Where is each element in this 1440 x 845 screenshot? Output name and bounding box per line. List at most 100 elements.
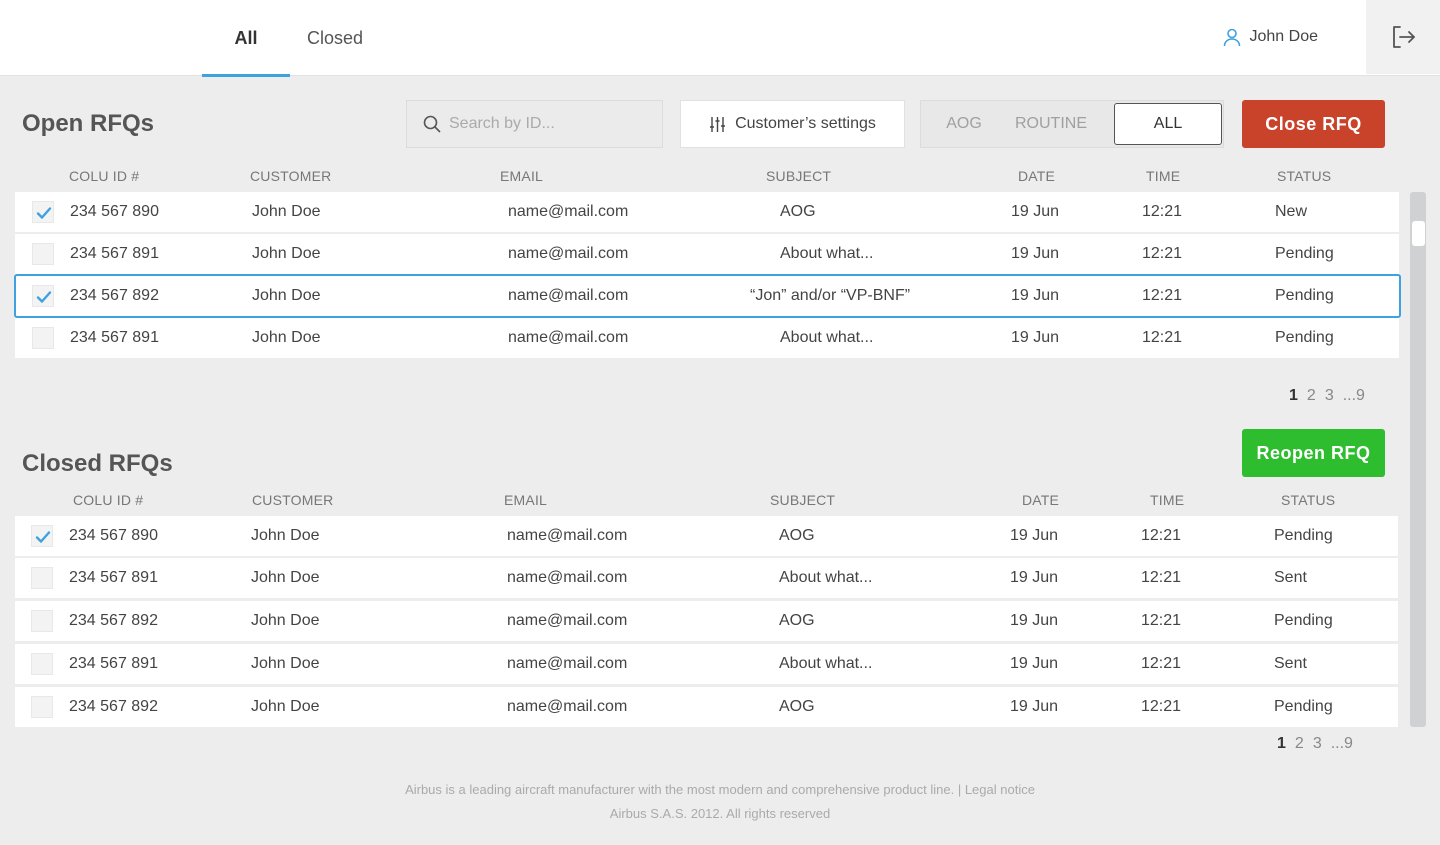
col-email: EMAIL bbox=[500, 168, 544, 184]
checkmark-icon bbox=[36, 207, 52, 219]
table-row[interactable]: 234 567 892 John Doe name@mail.com AOG 1… bbox=[15, 687, 1398, 727]
cell-email: name@mail.com bbox=[507, 698, 628, 715]
cell-id: 234 567 891 bbox=[69, 569, 158, 586]
col-time: TIME bbox=[1146, 168, 1181, 184]
cell-id: 234 567 891 bbox=[69, 655, 158, 672]
cell-date: 19 Jun bbox=[1010, 527, 1059, 544]
col-status: STATUS bbox=[1281, 492, 1336, 508]
cell-id: 234 567 891 bbox=[70, 245, 159, 262]
closed-pagination: 1 2 3 ...9 bbox=[1277, 735, 1353, 753]
cell-status: New bbox=[1275, 203, 1308, 220]
row-checkbox[interactable] bbox=[32, 327, 54, 349]
col-customer: CUSTOMER bbox=[252, 492, 334, 508]
close-rfq-button[interactable]: Close RFQ bbox=[1242, 100, 1385, 148]
table-row-selected[interactable]: 234 567 892 John Doe name@mail.com “Jon”… bbox=[14, 274, 1401, 318]
filter-aog[interactable]: AOG bbox=[937, 101, 991, 147]
cell-time: 12:21 bbox=[1141, 527, 1182, 544]
cell-id: 234 567 892 bbox=[69, 612, 158, 629]
user-menu[interactable]: John Doe bbox=[1222, 27, 1319, 47]
page-1[interactable]: 1 bbox=[1277, 735, 1286, 753]
cell-date: 19 Jun bbox=[1011, 329, 1060, 346]
cell-status: Pending bbox=[1275, 329, 1334, 346]
table-row[interactable]: 234 567 891 John Doe name@mail.com About… bbox=[15, 558, 1398, 598]
customer-settings-button[interactable]: Customer’s settings bbox=[680, 100, 905, 148]
page-2[interactable]: 2 bbox=[1295, 735, 1304, 753]
cell-status: Pending bbox=[1275, 287, 1334, 304]
table-row[interactable]: 234 567 890 John Doe name@mail.com AOG 1… bbox=[15, 516, 1398, 556]
user-name: John Doe bbox=[1249, 28, 1319, 45]
row-checkbox[interactable] bbox=[32, 285, 54, 307]
reopen-rfq-button[interactable]: Reopen RFQ bbox=[1242, 429, 1385, 477]
filter-routine[interactable]: ROUTINE bbox=[1011, 101, 1091, 147]
row-checkbox[interactable] bbox=[31, 525, 53, 547]
table-row[interactable]: 234 567 890 John Doe name@mail.com AOG 1… bbox=[15, 192, 1399, 232]
table-row[interactable]: 234 567 891 John Doe name@mail.com About… bbox=[15, 234, 1399, 274]
cell-email: name@mail.com bbox=[507, 569, 628, 586]
page-3[interactable]: 3 bbox=[1325, 387, 1334, 405]
page-1[interactable]: 1 bbox=[1289, 387, 1298, 405]
cell-email: name@mail.com bbox=[508, 329, 629, 346]
cell-time: 12:21 bbox=[1142, 203, 1183, 220]
cell-status: Pending bbox=[1274, 698, 1333, 715]
cell-customer: John Doe bbox=[251, 612, 320, 629]
table-row[interactable]: 234 567 892 John Doe name@mail.com AOG 1… bbox=[15, 601, 1398, 641]
cell-customer: John Doe bbox=[252, 287, 321, 304]
search-field[interactable] bbox=[406, 100, 663, 148]
cell-id: 234 567 890 bbox=[70, 203, 159, 220]
cell-customer: John Doe bbox=[252, 245, 321, 262]
cell-id: 234 567 892 bbox=[69, 698, 158, 715]
cell-time: 12:21 bbox=[1142, 245, 1183, 262]
cell-status: Pending bbox=[1274, 612, 1333, 629]
scrollbar-thumb[interactable] bbox=[1412, 221, 1425, 246]
row-checkbox[interactable] bbox=[32, 201, 54, 223]
row-checkbox[interactable] bbox=[31, 696, 53, 718]
page-2[interactable]: 2 bbox=[1307, 387, 1316, 405]
cell-subject: “Jon” and/or “VP-BNF” bbox=[750, 287, 911, 304]
row-checkbox[interactable] bbox=[31, 567, 53, 589]
col-subject: SUBJECT bbox=[770, 492, 836, 508]
col-customer: CUSTOMER bbox=[250, 168, 332, 184]
cell-customer: John Doe bbox=[252, 329, 321, 346]
cell-email: name@mail.com bbox=[507, 612, 628, 629]
filter-all[interactable]: ALL bbox=[1114, 103, 1222, 145]
cell-subject: About what... bbox=[780, 329, 874, 346]
row-checkbox[interactable] bbox=[31, 653, 53, 675]
open-pagination: 1 2 3 ...9 bbox=[1289, 387, 1365, 405]
table-row[interactable]: 234 567 891 John Doe name@mail.com About… bbox=[15, 644, 1398, 684]
cell-date: 19 Jun bbox=[1011, 203, 1060, 220]
tab-all[interactable]: All bbox=[202, 0, 290, 77]
cell-time: 12:21 bbox=[1141, 569, 1182, 586]
sliders-icon bbox=[710, 116, 726, 132]
cell-time: 12:21 bbox=[1141, 655, 1182, 672]
cell-email: name@mail.com bbox=[507, 655, 628, 672]
cell-date: 19 Jun bbox=[1010, 569, 1059, 586]
cell-id: 234 567 890 bbox=[69, 527, 158, 544]
cell-time: 12:21 bbox=[1142, 287, 1183, 304]
cell-subject: AOG bbox=[779, 698, 815, 715]
checkmark-icon bbox=[35, 531, 51, 543]
table-row[interactable]: 234 567 891 John Doe name@mail.com About… bbox=[15, 318, 1399, 358]
page-3[interactable]: 3 bbox=[1313, 735, 1322, 753]
row-checkbox[interactable] bbox=[32, 243, 54, 265]
scrollbar-track[interactable] bbox=[1410, 192, 1426, 727]
cell-date: 19 Jun bbox=[1010, 612, 1059, 629]
top-bar: All Closed John Doe bbox=[0, 0, 1440, 77]
col-date: DATE bbox=[1022, 492, 1060, 508]
search-input[interactable] bbox=[449, 115, 649, 133]
cell-subject: AOG bbox=[779, 527, 815, 544]
cell-email: name@mail.com bbox=[508, 287, 629, 304]
cell-subject: About what... bbox=[779, 655, 873, 672]
tab-closed[interactable]: Closed bbox=[290, 0, 380, 76]
open-rfqs-title: Open RFQs bbox=[22, 110, 155, 137]
col-colu-id: COLU ID # bbox=[73, 492, 144, 508]
cell-customer: John Doe bbox=[252, 203, 321, 220]
page-last[interactable]: ...9 bbox=[1343, 387, 1365, 405]
footer-text: Airbus is a leading aircraft manufacture… bbox=[405, 782, 1035, 797]
row-checkbox[interactable] bbox=[31, 610, 53, 632]
checkmark-icon bbox=[36, 291, 52, 303]
cell-status: Sent bbox=[1274, 569, 1307, 586]
cell-customer: John Doe bbox=[251, 569, 320, 586]
logout-button[interactable] bbox=[1366, 0, 1440, 74]
col-email: EMAIL bbox=[504, 492, 548, 508]
page-last[interactable]: ...9 bbox=[1331, 735, 1353, 753]
